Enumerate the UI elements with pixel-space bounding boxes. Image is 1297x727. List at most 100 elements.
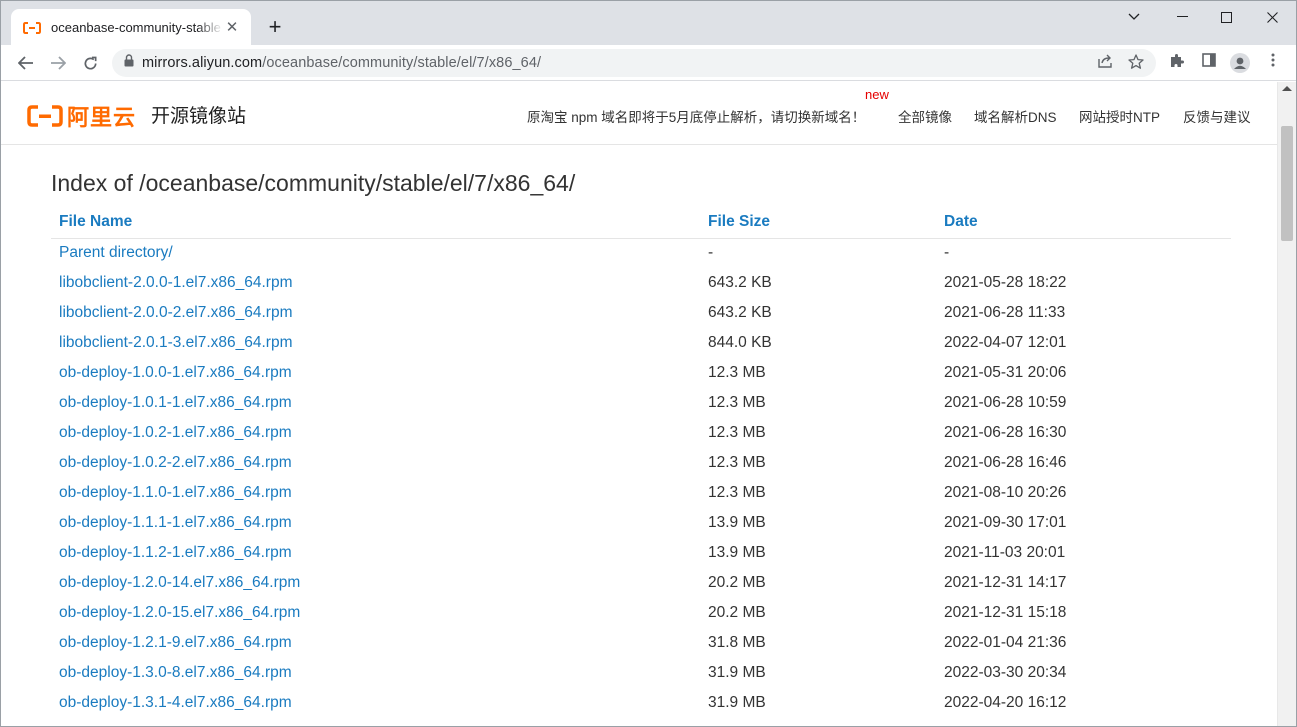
back-arrow-icon[interactable]: [12, 49, 40, 77]
file-name-cell: ob-deploy-1.2.0-15.el7.x86_64.rpm: [51, 598, 708, 628]
nav-ntp[interactable]: 网站授时NTP: [1079, 106, 1160, 126]
file-link[interactable]: ob-deploy-1.2.0-14.el7.x86_64.rpm: [59, 574, 300, 591]
file-link[interactable]: libobclient-2.0.0-1.el7.x86_64.rpm: [59, 274, 293, 291]
file-date-cell: 2021-11-03 20:01: [944, 544, 1066, 561]
star-icon[interactable]: [1127, 54, 1145, 72]
table-row: ob-deploy-1.2.0-14.el7.x86_64.rpm 20.2 MB…: [51, 568, 1231, 598]
browser-toolbar: mirrors.aliyun.com/oceanbase/community/s…: [1, 45, 1296, 81]
table-row: libobclient-2.0.1-3.el7.x86_64.rpm 844.0 …: [51, 328, 1231, 358]
browser-tab[interactable]: oceanbase-community-stable ✕: [11, 9, 251, 45]
file-name-cell: ob-deploy-1.0.0-1.el7.x86_64.rpm: [51, 358, 708, 388]
browser-window: oceanbase-community-stable ✕ + mirrors.a…: [0, 0, 1297, 727]
file-size-cell: 13.9 MB: [708, 514, 766, 531]
file-date-cell: 2022-03-30 20:34: [944, 664, 1067, 681]
file-link[interactable]: ob-deploy-1.0.2-1.el7.x86_64.rpm: [59, 424, 292, 441]
table-row: ob-deploy-1.0.2-2.el7.x86_64.rpm 12.3 MB 2…: [51, 448, 1231, 478]
reload-icon[interactable]: [76, 49, 104, 77]
close-window-icon[interactable]: [1249, 1, 1295, 33]
aliyun-logo[interactable]: 阿里云: [27, 100, 136, 132]
puzzle-icon[interactable]: [1167, 53, 1187, 73]
listing-content: Index of /oceanbase/community/stable/el/…: [51, 170, 1231, 718]
new-tab-button[interactable]: +: [263, 15, 287, 39]
page-title: Index of /oceanbase/community/stable/el/…: [51, 170, 576, 196]
file-name-cell: ob-deploy-1.2.1-9.el7.x86_64.rpm: [51, 628, 708, 658]
maximize-icon[interactable]: [1203, 1, 1249, 33]
file-table-body: Parent directory/ - - libobclient-2.0.0-1.e…: [51, 238, 1231, 718]
file-link[interactable]: ob-deploy-1.3.1-4.el7.x86_64.rpm: [59, 694, 292, 711]
file-date-cell: 2022-04-07 12:01: [944, 334, 1067, 351]
table-row: ob-deploy-1.1.0-1.el7.x86_64.rpm 12.3 MB 2…: [51, 478, 1231, 508]
file-link[interactable]: libobclient-2.0.1-3.el7.x86_64.rpm: [59, 334, 293, 351]
npm-domain-notice-link[interactable]: 原淘宝 npm 域名即将于5月底停止解析，请切换新域名！: [527, 106, 865, 126]
site-header: 阿里云 开源镜像站 new 原淘宝 npm 域名即将于5月底停止解析，请切换新域…: [1, 82, 1277, 145]
url-host: mirrors.aliyun.com: [142, 55, 263, 71]
file-size-cell: 31.9 MB: [708, 694, 766, 711]
file-name-cell: libobclient-2.0.0-2.el7.x86_64.rpm: [51, 298, 708, 328]
file-link[interactable]: ob-deploy-1.1.1-1.el7.x86_64.rpm: [59, 514, 292, 531]
side-panel-icon[interactable]: [1199, 53, 1219, 73]
nav-all-mirrors[interactable]: 全部镜像: [898, 106, 952, 126]
file-size-cell: 12.3 MB: [708, 424, 766, 441]
file-name-cell: ob-deploy-1.3.1-4.el7.x86_64.rpm: [51, 688, 708, 718]
table-row: libobclient-2.0.0-2.el7.x86_64.rpm 643.2 …: [51, 298, 1231, 328]
file-link[interactable]: ob-deploy-1.1.2-1.el7.x86_64.rpm: [59, 544, 292, 561]
file-date-cell: 2021-05-31 20:06: [944, 364, 1067, 381]
file-date-cell: -: [944, 244, 950, 262]
table-row: ob-deploy-1.0.2-1.el7.x86_64.rpm 12.3 MB 2…: [51, 418, 1231, 448]
file-size-cell: 31.9 MB: [708, 664, 766, 681]
parent-directory-link[interactable]: Parent directory/: [59, 244, 173, 261]
file-date-cell: 2021-05-28 18:22: [944, 274, 1067, 291]
file-size-cell: 12.3 MB: [708, 454, 766, 471]
file-link[interactable]: ob-deploy-1.2.1-9.el7.x86_64.rpm: [59, 634, 292, 651]
file-link[interactable]: ob-deploy-1.0.0-1.el7.x86_64.rpm: [59, 364, 292, 381]
file-link[interactable]: libobclient-2.0.0-2.el7.x86_64.rpm: [59, 304, 293, 321]
file-name-cell: libobclient-2.0.0-1.el7.x86_64.rpm: [51, 268, 708, 298]
lock-icon[interactable]: [124, 54, 134, 72]
profile-icon[interactable]: [1230, 53, 1250, 73]
file-name-cell: ob-deploy-1.0.1-1.el7.x86_64.rpm: [51, 388, 708, 418]
aliyun-logo-mark-icon: [27, 105, 63, 127]
file-size-cell: 12.3 MB: [708, 394, 766, 411]
file-name-cell: Parent directory/: [51, 238, 708, 268]
file-name-cell: ob-deploy-1.3.0-8.el7.x86_64.rpm: [51, 658, 708, 688]
table-row: ob-deploy-1.0.0-1.el7.x86_64.rpm 12.3 MB 2…: [51, 358, 1231, 388]
minimize-icon[interactable]: [1159, 1, 1205, 33]
file-date-cell: 2021-06-28 16:46: [944, 454, 1067, 471]
file-size-cell: 643.2 KB: [708, 304, 772, 321]
tab-close-icon[interactable]: ✕: [223, 18, 241, 36]
file-size-cell: 643.2 KB: [708, 274, 772, 291]
tab-search-icon[interactable]: [1111, 1, 1157, 33]
nav-dns[interactable]: 域名解析DNS: [974, 106, 1057, 126]
file-link[interactable]: ob-deploy-1.1.0-1.el7.x86_64.rpm: [59, 484, 292, 501]
nav-feedback[interactable]: 反馈与建议: [1183, 106, 1251, 126]
file-size-cell: 20.2 MB: [708, 604, 766, 621]
forward-arrow-icon[interactable]: [44, 49, 72, 77]
file-size-cell: 12.3 MB: [708, 364, 766, 381]
table-header-row: File Name File Size Date: [51, 206, 1231, 239]
logo-text: 阿里云: [67, 105, 137, 130]
share-icon[interactable]: [1096, 54, 1114, 72]
column-header-file-size: File Size: [708, 206, 944, 239]
scrollbar-thumb[interactable]: [1281, 126, 1293, 241]
file-name-cell: ob-deploy-1.1.0-1.el7.x86_64.rpm: [51, 478, 708, 508]
file-link[interactable]: ob-deploy-1.2.0-15.el7.x86_64.rpm: [59, 604, 300, 621]
file-link[interactable]: ob-deploy-1.3.0-8.el7.x86_64.rpm: [59, 664, 292, 681]
file-name-cell: ob-deploy-1.1.1-1.el7.x86_64.rpm: [51, 508, 708, 538]
file-date-cell: 2021-12-31 15:18: [944, 604, 1067, 621]
address-bar[interactable]: mirrors.aliyun.com/oceanbase/community/s…: [112, 49, 1156, 77]
table-row: ob-deploy-1.2.1-9.el7.x86_64.rpm 31.8 MB 2…: [51, 628, 1231, 658]
kebab-menu-icon[interactable]: [1263, 53, 1283, 73]
scroll-up-arrow-icon[interactable]: [1282, 86, 1292, 91]
aliyun-favicon-icon: [23, 21, 41, 34]
file-size-cell: 13.9 MB: [708, 544, 766, 561]
table-row: libobclient-2.0.0-1.el7.x86_64.rpm 643.2 …: [51, 268, 1231, 298]
table-row: ob-deploy-1.2.0-15.el7.x86_64.rpm 20.2 MB…: [51, 598, 1231, 628]
page-viewport: 阿里云 开源镜像站 new 原淘宝 npm 域名即将于5月底停止解析，请切换新域…: [1, 82, 1277, 726]
column-header-date: Date: [944, 206, 1231, 239]
file-date-cell: 2021-08-10 20:26: [944, 484, 1067, 501]
file-date-cell: 2022-04-20 16:12: [944, 694, 1067, 711]
file-link[interactable]: ob-deploy-1.0.2-2.el7.x86_64.rpm: [59, 454, 292, 471]
file-date-cell: 2021-12-31 14:17: [944, 574, 1067, 591]
file-link[interactable]: ob-deploy-1.0.1-1.el7.x86_64.rpm: [59, 394, 292, 411]
vertical-scrollbar[interactable]: [1277, 82, 1296, 726]
